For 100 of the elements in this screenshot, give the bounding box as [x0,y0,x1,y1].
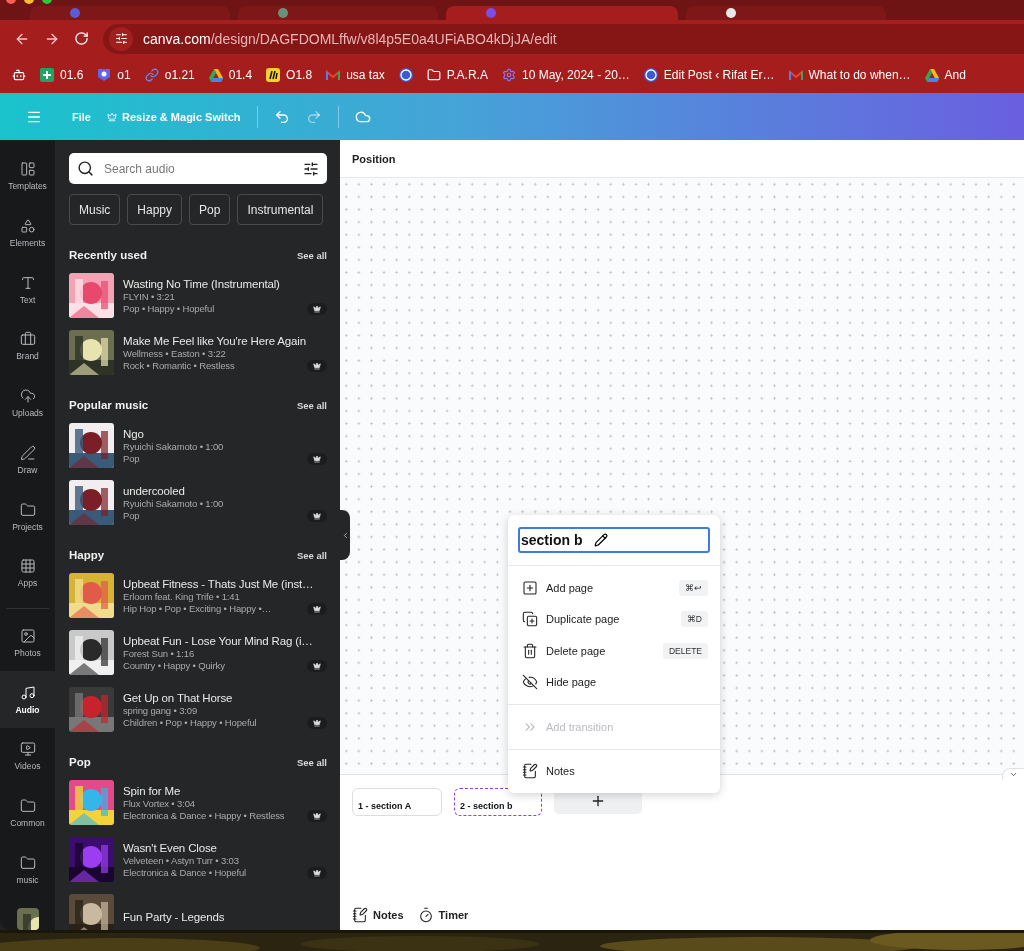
sidebar-item[interactable]: music [0,841,55,899]
bookmark[interactable]: o1 [97,68,131,82]
pencil-icon [594,533,609,547]
image-icon [19,627,36,644]
track-artist: Wellmess • Easton • 3:22 [123,347,226,359]
see-all-link[interactable]: See all [296,399,327,411]
sidebar-item[interactable]: Videos [0,728,55,785]
sidebar-item[interactable]: Draw [0,431,55,489]
page-plus-icon [522,579,538,596]
spreadsheet-icon [40,68,54,82]
tab-favicon-icon [486,8,496,18]
sidebar-item[interactable]: Apps [0,544,55,602]
bot-icon [12,68,26,82]
filter-chip[interactable]: Music [69,194,121,225]
search-box[interactable]: Search audio [69,153,327,184]
page-thumbnail[interactable]: 1 - section A [352,788,442,816]
track-title[interactable]: Make Me Feel like You're Here Again [123,334,306,347]
bookmark[interactable]: O1.8 [266,68,313,82]
sidebar-item[interactable]: Templates [0,148,55,205]
track-artist: Erloom feat. King Trife • 1:41 [123,590,240,602]
see-all-link[interactable]: See all [296,249,327,261]
track-title[interactable]: Ngo [123,427,144,440]
shapes-icon [19,218,36,235]
reload-icon[interactable] [74,31,89,46]
track-tags: Country • Happy • Quirky [123,659,225,671]
mail-icon [788,69,803,81]
collapse-handle[interactable] [340,510,350,560]
position-label[interactable]: Position [352,152,396,165]
bookmark[interactable]: What to do when… [788,68,911,82]
track-artist: Flux Vortex • 3:04 [123,797,195,809]
page-name-field[interactable]: section b [518,527,710,553]
track-tags: Pop • Happy • Hopeful [123,302,215,314]
sidebar-item[interactable]: Brand [0,318,55,375]
crown-icon [106,111,117,122]
sidebar-item[interactable]: Common [0,784,55,842]
track-title[interactable]: Spin for Me [123,784,181,797]
track-artist: FLYIN • 3:21 [123,290,175,302]
site-settings-icon[interactable] [109,26,133,51]
globe-icon [398,68,413,82]
bookmark[interactable]: 01.6 [40,68,84,82]
track-artist: spring gang • 3:09 [123,704,198,716]
gear-icon [501,68,516,82]
sidebar-item[interactable]: Audio [0,671,55,729]
shortcut-key: DELETE [662,642,708,659]
track-title[interactable]: Get Up on That Horse [123,691,233,704]
bookmark[interactable] [398,68,413,82]
trash-icon [522,642,538,659]
filter-chip[interactable]: Instrumental [237,194,324,225]
see-all-link[interactable]: See all [296,756,327,768]
track-title[interactable]: Upbeat Fitness - Thats Just Me (inst… [123,577,314,590]
triangle-icon [208,68,223,82]
shield-icon [97,68,112,82]
track-tags: Pop [123,509,140,521]
footer-button[interactable]: Timer [417,907,469,923]
bookmark[interactable] [12,68,26,82]
crown-icon [307,453,327,465]
bookmark[interactable]: 10 May, 2024 - 20… [501,68,630,82]
menu-item[interactable]: Duplicate page ⌘D [508,603,720,635]
bookmark[interactable]: P.A.R.A [426,68,488,82]
filter-icon[interactable] [303,160,319,177]
address-field[interactable]: canva.com/design/DAGFDOMLffw/v8l4p5E0a4UFiABO4kDjJA/edit [103,23,1024,54]
sidebar-item[interactable]: Projects [0,488,55,545]
menu-item[interactable]: Hide page [508,666,720,698]
undo-icon [273,108,290,125]
timer-icon [417,907,434,923]
tab-favicon-icon [70,8,80,18]
track-tags: Pop [123,452,140,464]
sidebar-item[interactable]: Photos [0,614,55,672]
track-title[interactable]: undercooled [123,484,185,497]
bookmark[interactable]: And [924,68,966,82]
globe-icon [643,68,658,82]
video-icon [19,741,36,758]
track-title[interactable]: Fun Party - Legends [123,910,225,923]
track-artist: Ryuichi Sakamoto • 1:00 [123,440,224,452]
eye-off-icon [522,674,538,691]
menu-item[interactable]: Delete page DELETE [508,635,720,667]
sidebar-item[interactable]: Uploads [0,374,55,432]
footer-button[interactable]: Notes [352,907,404,923]
folder-icon [19,854,36,871]
bookmark[interactable]: o1.21 [144,68,195,82]
crown-icon [307,303,327,315]
link-icon [144,68,159,82]
sidebar-item[interactable]: Text [0,261,55,319]
track-tags: Electronica & Dance • Happy • Restless [123,809,285,821]
bookmark[interactable]: usa tax [326,68,385,82]
track-artist: Forest Sun • 1:16 [123,647,194,659]
filter-chip[interactable]: Pop [189,194,231,225]
track-title[interactable]: Wasting No Time (Instrumental) [123,277,280,290]
mail-icon [326,69,341,81]
section-title: Pop [69,756,91,768]
track-title[interactable]: Upbeat Fun - Lose Your Mind Rag (i… [123,634,313,647]
track-title[interactable]: Wasn't Even Close [123,841,217,854]
menu-item[interactable]: Notes [508,755,720,787]
menu-item[interactable]: Add page ⌘↩ [508,572,720,604]
see-all-link[interactable]: See all [296,549,327,561]
sidebar-item[interactable]: Elements [0,204,55,262]
folder-icon [19,501,36,518]
bookmark[interactable]: 01.4 [208,68,253,82]
filter-chip[interactable]: Happy [127,194,183,225]
bookmark[interactable]: Edit Post ‹ Rifat Er… [643,68,775,82]
